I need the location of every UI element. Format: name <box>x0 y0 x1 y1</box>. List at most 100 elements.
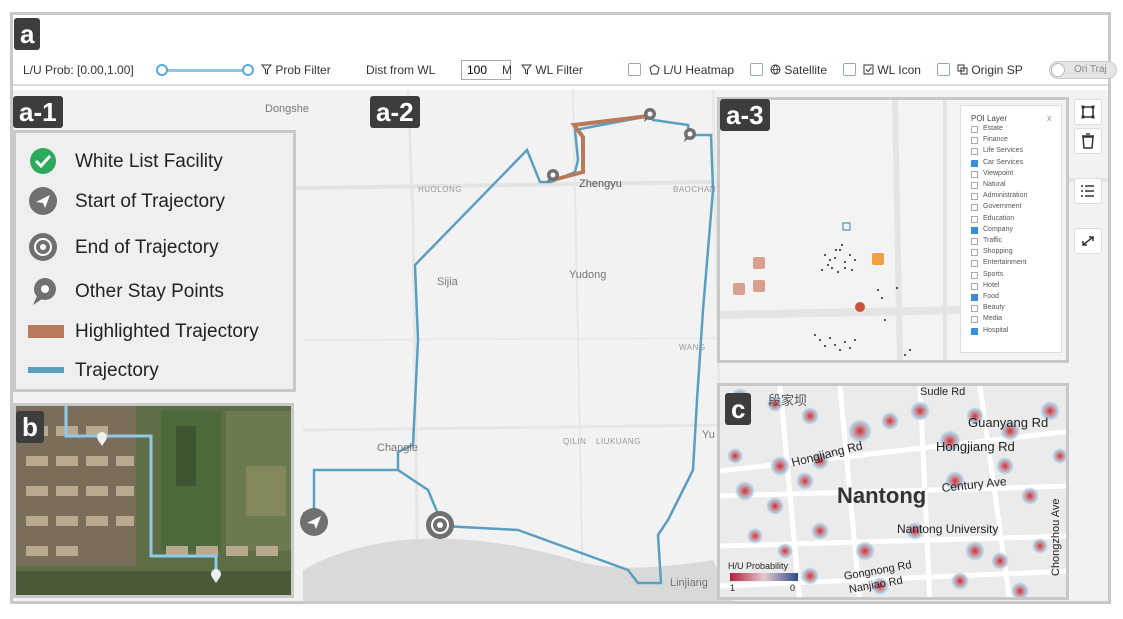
delete-button[interactable] <box>1074 128 1102 154</box>
poi-layer-label: Administration <box>983 192 1028 200</box>
legend-label: Highlighted Trajectory <box>75 321 259 342</box>
satellite-view[interactable] <box>13 403 294 598</box>
poi-layer-label: Company <box>983 225 1013 233</box>
end-of-trajectory-icon[interactable] <box>425 510 455 540</box>
copy-icon <box>957 64 968 75</box>
poi-layer-checkbox[interactable] <box>971 271 978 279</box>
wl-icon-checkbox[interactable] <box>843 63 856 76</box>
poi-layer-checkbox[interactable] <box>971 226 978 234</box>
poi-layer-checkbox[interactable] <box>971 137 978 145</box>
panel-tag-c: c <box>725 393 752 425</box>
stay-point-icon[interactable] <box>643 107 657 123</box>
legend-item-trajectory: Trajectory <box>28 355 293 385</box>
wl-filter-button[interactable]: WL Filter <box>520 63 583 77</box>
filter-toolbar: L/U Prob: [0.00,1.00] Prob Filter Dist f… <box>13 56 1117 86</box>
legend-label: Other Stay Points <box>75 281 224 302</box>
heat-label-university: Nantong University <box>897 522 999 536</box>
poi-layer-checkbox[interactable] <box>971 126 978 133</box>
trash-icon <box>1082 133 1094 149</box>
expand-button[interactable] <box>1074 228 1102 254</box>
lu-prob-slider-max-handle[interactable] <box>242 64 254 76</box>
poi-layer-label: Car Services <box>983 158 1024 166</box>
lu-heatmap-checkbox[interactable] <box>628 63 641 76</box>
lu-prob-slider-track[interactable] <box>162 69 248 72</box>
map-label-wang: WANG <box>679 343 706 352</box>
legend-item-highlighted: Highlighted Trajectory <box>28 316 293 346</box>
heat-label-sudle: Sudle Rd <box>920 386 966 398</box>
poi-layer-label: Finance <box>983 136 1008 144</box>
legend-item-stay-points: Other Stay Points <box>28 276 293 306</box>
poi-layer-label: Hotel <box>983 281 1000 289</box>
heatmap-icon <box>649 64 660 75</box>
poi-layer-label: Beauty <box>983 304 1005 312</box>
poi-layer-close-button[interactable]: x <box>1047 113 1052 123</box>
poi-layer-checkbox[interactable] <box>971 182 978 189</box>
lu-heatmap-toggle[interactable]: L/U Heatmap <box>649 63 734 77</box>
poi-layer-checkbox[interactable] <box>971 327 978 335</box>
origin-sp-toggle[interactable]: Origin SP <box>957 63 1023 77</box>
crop-icon <box>1081 105 1095 119</box>
blue-line-icon <box>28 367 64 373</box>
dist-unit-label: M <box>502 63 512 77</box>
brown-bar-icon <box>28 325 64 338</box>
poi-layer-checkbox[interactable] <box>971 170 978 178</box>
origin-sp-checkbox[interactable] <box>937 63 950 76</box>
draw-rectangle-button[interactable] <box>1074 99 1102 125</box>
start-of-trajectory-icon[interactable] <box>299 507 329 537</box>
ori-traj-label: Ori Traj <box>1074 64 1107 75</box>
probability-legend-max: 0 <box>790 583 796 593</box>
poi-layer-checkbox[interactable] <box>971 215 978 223</box>
legend-item-white-list: White List Facility <box>28 146 293 176</box>
legend-label: White List Facility <box>75 151 223 172</box>
satellite-checkbox[interactable] <box>750 63 763 76</box>
poi-layer-checkbox[interactable] <box>971 249 978 257</box>
stay-point-icon[interactable] <box>546 168 560 184</box>
legend-label: End of Trajectory <box>75 237 219 258</box>
poi-layer-label: Estate <box>983 125 1003 132</box>
satellite-toggle[interactable]: Satellite <box>770 63 827 77</box>
map-label-qilin: QILIN <box>563 437 587 446</box>
poi-layer-checkbox[interactable] <box>971 193 978 201</box>
legend-item-start: Start of Trajectory <box>28 186 293 216</box>
poi-layer-checkbox[interactable] <box>971 316 978 324</box>
filter-icon <box>520 64 533 75</box>
map-pin-icon <box>33 278 56 305</box>
stay-point-icon[interactable] <box>683 127 697 143</box>
map-label-baochang: BAOCHAN <box>673 185 717 194</box>
poi-panel[interactable]: POI Layer x Estate Finance Life Services Ca… <box>717 97 1069 363</box>
map-label-yu: Yu <box>702 429 715 441</box>
legend-label: Start of Trajectory <box>75 191 225 212</box>
poi-layer-title: POI Layer <box>971 114 1008 123</box>
list-icon <box>1081 185 1094 197</box>
poi-layer-label: Food <box>983 293 999 300</box>
poi-layer-checkbox[interactable] <box>971 204 978 212</box>
map-legend: White List Facility Start of Trajectory … <box>13 130 296 392</box>
check-square-icon <box>863 64 874 75</box>
filter-icon <box>260 64 273 75</box>
ori-traj-switch[interactable]: Ori Traj <box>1049 61 1117 79</box>
poi-layer-checkbox[interactable] <box>971 238 978 245</box>
map-label-dongshe: Dongshe <box>265 103 310 115</box>
heatmap-panel[interactable]: 段家坝 Sudle Rd Guanyang Rd Hongjiang Rd Ho… <box>717 383 1069 600</box>
stay-point-pin-icon[interactable] <box>96 431 108 447</box>
wl-icon-toggle[interactable]: WL Icon <box>863 63 921 77</box>
lu-prob-slider-min-handle[interactable] <box>156 64 168 76</box>
list-button[interactable] <box>1074 178 1102 204</box>
poi-layer-checkbox[interactable] <box>971 148 978 156</box>
heat-label-chongzhou: Chongzhou Ave <box>1050 498 1062 576</box>
poi-layer-label: Traffic <box>983 237 1003 244</box>
poi-layer-checkbox[interactable] <box>971 305 978 313</box>
probability-legend-title: H/U Probability <box>728 561 789 571</box>
poi-layer-label: Sports <box>983 270 1004 278</box>
stay-point-pin-icon[interactable] <box>210 568 222 584</box>
prob-filter-button[interactable]: Prob Filter <box>260 63 331 77</box>
poi-layer-checkbox[interactable] <box>971 294 978 301</box>
poi-layer-checkbox[interactable] <box>971 282 978 290</box>
map-label-zhengyu: Zhengyu <box>579 178 622 190</box>
poi-layer-checkbox[interactable] <box>971 260 978 268</box>
poi-layer-label: Viewpoint <box>983 169 1014 177</box>
switch-knob <box>1051 63 1065 77</box>
prob-filter-label: Prob Filter <box>275 63 331 77</box>
poi-layer-checkbox[interactable] <box>971 159 978 167</box>
panel-tag-a3: a-3 <box>720 99 770 131</box>
